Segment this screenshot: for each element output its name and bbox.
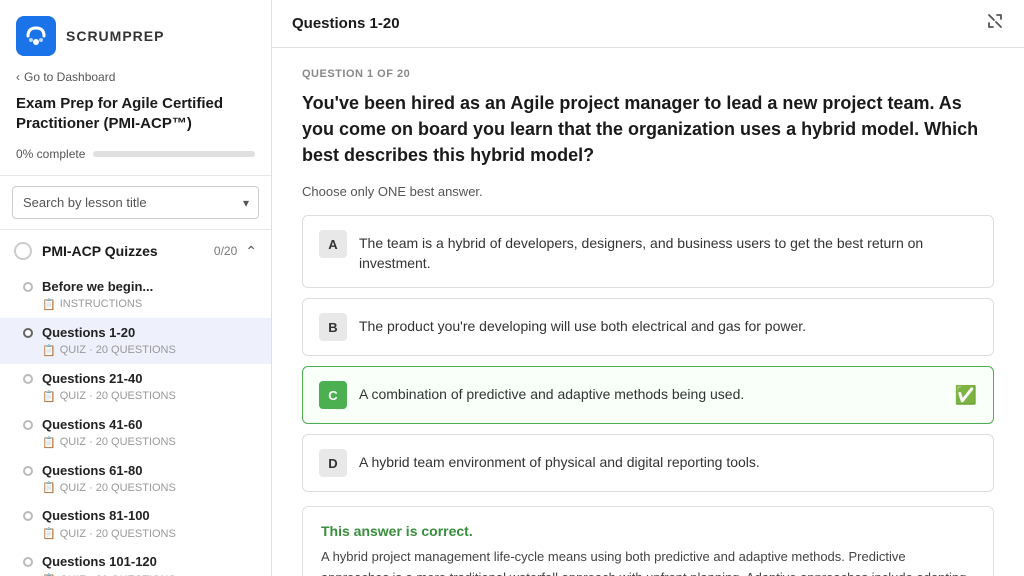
sidebar: SCRUMPREP ‹ Go to Dashboard Exam Prep fo…	[0, 0, 272, 576]
section-circle-icon	[14, 242, 32, 260]
entry-dot-col	[14, 463, 42, 476]
entry-title: Before we begin...	[42, 279, 257, 296]
entry-title: Questions 1-20	[42, 325, 257, 342]
search-input[interactable]: Search by lesson title	[12, 186, 259, 219]
explanation-text: A hybrid project management life-cycle m…	[321, 547, 975, 576]
progress-label: 0% complete	[16, 147, 85, 161]
entry-sub: 📋 QUIZ · 20 QUESTIONS	[42, 436, 257, 449]
entry-dot-active	[23, 328, 33, 338]
entry-content: Before we begin... 📋 INSTRUCTIONS	[42, 279, 257, 311]
list-item[interactable]: Questions 81-100 📋 QUIZ · 20 QUESTIONS	[0, 501, 271, 547]
list-item[interactable]: Questions 21-40 📋 QUIZ · 20 QUESTIONS	[0, 364, 271, 410]
answer-letter-a: A	[319, 230, 347, 258]
entry-content: Questions 81-100 📋 QUIZ · 20 QUESTIONS	[42, 508, 257, 540]
back-to-dashboard-link[interactable]: ‹ Go to Dashboard	[16, 70, 255, 84]
answer-option-a[interactable]: A The team is a hybrid of developers, de…	[302, 215, 994, 288]
quiz-icon: 📋	[42, 436, 56, 449]
expand-icon[interactable]	[986, 12, 1004, 35]
section-header-left: PMI-ACP Quizzes	[14, 242, 158, 260]
answer-option-c[interactable]: C A combination of predictive and adapti…	[302, 366, 994, 424]
course-title: Exam Prep for Agile Certified Practition…	[16, 94, 255, 133]
sidebar-content: PMI-ACP Quizzes 0/20 ⌃ Before we begin..…	[0, 230, 271, 576]
entry-dot-col	[14, 508, 42, 521]
entry-content: Questions 61-80 📋 QUIZ · 20 QUESTIONS	[42, 463, 257, 495]
list-item[interactable]: Questions 61-80 📋 QUIZ · 20 QUESTIONS	[0, 456, 271, 502]
entry-dot	[23, 466, 33, 476]
entry-title: Questions 101-120	[42, 554, 257, 571]
section-count: 0/20	[214, 244, 237, 258]
answer-text-d: A hybrid team environment of physical an…	[359, 449, 977, 473]
section-title: PMI-ACP Quizzes	[42, 243, 158, 259]
entry-sub: 📋 QUIZ · 20 QUESTIONS	[42, 481, 257, 494]
list-item[interactable]: Before we begin... 📋 INSTRUCTIONS	[0, 272, 271, 318]
entry-sub: 📋 QUIZ · 20 QUESTIONS	[42, 344, 257, 357]
quiz-icon: 📋	[42, 390, 56, 403]
question-area: QUESTION 1 OF 20 You've been hired as an…	[272, 48, 1024, 576]
entry-title: Questions 21-40	[42, 371, 257, 388]
logo-icon	[16, 16, 56, 56]
entry-dot	[23, 557, 33, 567]
answer-letter-d: D	[319, 449, 347, 477]
entry-content: Questions 21-40 📋 QUIZ · 20 QUESTIONS	[42, 371, 257, 403]
main-header: Questions 1-20	[272, 0, 1024, 48]
sidebar-header: SCRUMPREP ‹ Go to Dashboard Exam Prep fo…	[0, 0, 271, 176]
entry-content: Questions 1-20 📋 QUIZ · 20 QUESTIONS	[42, 325, 257, 357]
answer-option-b[interactable]: B The product you're developing will use…	[302, 298, 994, 356]
progress-bar-container	[93, 151, 255, 157]
entry-sub: 📋 QUIZ · 20 QUESTIONS	[42, 390, 257, 403]
entry-dot	[23, 420, 33, 430]
entry-dot	[23, 282, 33, 292]
correct-check-icon: ✅	[955, 385, 977, 406]
instructions-icon: 📋	[42, 298, 56, 311]
answer-option-d[interactable]: D A hybrid team environment of physical …	[302, 434, 994, 492]
entry-dot	[23, 374, 33, 384]
entry-dot-col	[14, 325, 42, 338]
answer-text-a: The team is a hybrid of developers, desi…	[359, 230, 977, 273]
entry-content: Questions 41-60 📋 QUIZ · 20 QUESTIONS	[42, 417, 257, 449]
list-item[interactable]: Questions 1-20 📋 QUIZ · 20 QUESTIONS	[0, 318, 271, 364]
quiz-icon: 📋	[42, 527, 56, 540]
logo-text: SCRUMPREP	[66, 28, 164, 44]
answer-letter-c: C	[319, 381, 347, 409]
page-title: Questions 1-20	[292, 15, 400, 32]
explanation-title: This answer is correct.	[321, 523, 975, 539]
entry-content: Questions 101-120 📋 QUIZ · 20 QUESTIONS	[42, 554, 257, 576]
lessons-list: Before we begin... 📋 INSTRUCTIONS Questi…	[0, 272, 271, 576]
back-chevron-icon: ‹	[16, 70, 20, 84]
quiz-icon: 📋	[42, 481, 56, 494]
question-number: QUESTION 1 OF 20	[302, 68, 994, 80]
entry-sub: 📋 INSTRUCTIONS	[42, 298, 257, 311]
chevron-up-icon: ⌃	[245, 243, 257, 260]
entry-title: Questions 41-60	[42, 417, 257, 434]
search-container: Search by lesson title ▾	[0, 176, 271, 230]
entry-dot	[23, 511, 33, 521]
quiz-icon: 📋	[42, 344, 56, 357]
list-item[interactable]: Questions 101-120 📋 QUIZ · 20 QUESTIONS	[0, 547, 271, 576]
entry-dot-col	[14, 417, 42, 430]
entry-dot-col	[14, 371, 42, 384]
explanation-box: This answer is correct. A hybrid project…	[302, 506, 994, 576]
progress-row: 0% complete	[16, 147, 255, 161]
list-item[interactable]: Questions 41-60 📋 QUIZ · 20 QUESTIONS	[0, 410, 271, 456]
entry-title: Questions 61-80	[42, 463, 257, 480]
question-text: You've been hired as an Agile project ma…	[302, 90, 994, 168]
entry-sub: 📋 QUIZ · 20 QUESTIONS	[42, 527, 257, 540]
answer-letter-b: B	[319, 313, 347, 341]
entry-title: Questions 81-100	[42, 508, 257, 525]
main-content: Questions 1-20 QUESTION 1 OF 20 You've b…	[272, 0, 1024, 576]
choose-label: Choose only ONE best answer.	[302, 184, 994, 199]
entry-dot-col	[14, 279, 42, 292]
logo-row: SCRUMPREP	[16, 16, 255, 56]
section-header[interactable]: PMI-ACP Quizzes 0/20 ⌃	[0, 230, 271, 272]
answer-text-c: A combination of predictive and adaptive…	[359, 381, 943, 405]
answer-text-b: The product you're developing will use b…	[359, 313, 977, 337]
entry-dot-col	[14, 554, 42, 567]
